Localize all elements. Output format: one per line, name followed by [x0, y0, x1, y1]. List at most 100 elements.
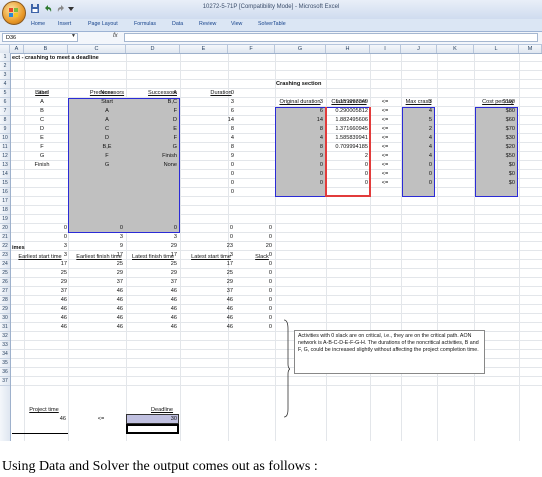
cost-per-day-value: $60	[505, 117, 515, 123]
cost-per-day-value: $20	[505, 144, 515, 150]
row-header-23[interactable]: 23	[0, 251, 10, 260]
column-header-b[interactable]: B	[24, 45, 68, 53]
formula-bar: D36 ▼ fx	[0, 32, 542, 45]
row-header-20[interactable]: 20	[0, 224, 10, 233]
tab-insert[interactable]: Insert	[58, 21, 71, 27]
activity-predecessors: A	[105, 117, 109, 123]
activity-duration: 8	[230, 144, 234, 150]
row-header-8[interactable]: 8	[0, 116, 10, 125]
column-header-c[interactable]: C	[68, 45, 126, 53]
insert-function-icon[interactable]: fx	[113, 33, 118, 39]
max-crash-value: 0	[428, 162, 432, 168]
active-cell-d36[interactable]	[126, 424, 179, 434]
column-header-e[interactable]: E	[180, 45, 228, 53]
activity-label	[24, 170, 60, 179]
column-header-k[interactable]: K	[437, 45, 474, 53]
tab-data[interactable]: Data	[172, 21, 183, 27]
tab-page-layout[interactable]: Page Layout	[88, 21, 118, 27]
name-box[interactable]: D36	[2, 33, 78, 42]
row-header-17[interactable]: 17	[0, 197, 10, 206]
max-crash-value: 0	[428, 180, 432, 186]
column-header-d[interactable]: D	[126, 45, 180, 53]
row-header-22[interactable]: 22	[0, 242, 10, 251]
latest-start-value: 0	[229, 225, 233, 231]
slack-value: 0	[268, 315, 272, 321]
row-header-31[interactable]: 31	[0, 323, 10, 332]
row-header-3[interactable]: 3	[0, 71, 10, 80]
activity-successors: Finish	[162, 153, 177, 159]
row-header-6[interactable]: 6	[0, 98, 10, 107]
row-header-30[interactable]: 30	[0, 314, 10, 323]
chevron-down-icon[interactable]: ▼	[71, 33, 76, 39]
title-bar: 10272-5-71P [Compatibility Mode] - Micro…	[0, 0, 542, 25]
row-header-19[interactable]: 19	[0, 215, 10, 224]
crash-amount-value: 1.159997349	[335, 99, 368, 105]
row-header-15[interactable]: 15	[0, 179, 10, 188]
row-header-5[interactable]: 5	[0, 89, 10, 98]
row-header-9[interactable]: 9	[0, 125, 10, 134]
activity-predecessors: D	[104, 135, 110, 141]
column-header-a[interactable]: A	[10, 45, 24, 53]
column-header-g[interactable]: G	[275, 45, 326, 53]
tab-home[interactable]: Home	[31, 21, 45, 27]
row-header-14[interactable]: 14	[0, 170, 10, 179]
row-header-37[interactable]: 37	[0, 377, 10, 386]
row-header-12[interactable]: 12	[0, 152, 10, 161]
row-header-10[interactable]: 10	[0, 134, 10, 143]
tab-view[interactable]: View	[231, 21, 242, 27]
activity-label	[24, 179, 60, 188]
row-header-25[interactable]: 25	[0, 269, 10, 278]
column-header-f[interactable]: F	[228, 45, 275, 53]
crash-amount-value: 0	[364, 162, 368, 168]
column-header-m[interactable]: M	[519, 45, 542, 53]
tab-formulas[interactable]: Formulas	[134, 21, 156, 27]
column-header-l[interactable]: L	[474, 45, 519, 53]
deadline-operator: <=	[97, 416, 105, 422]
deadline-value[interactable]: 30	[128, 415, 177, 424]
row-header-28[interactable]: 28	[0, 296, 10, 305]
slack-value: 0	[268, 234, 272, 240]
latest-start-value: 46	[226, 297, 233, 303]
max-crash-value: 4	[428, 108, 432, 114]
row-header-24[interactable]: 24	[0, 260, 10, 269]
row-header-32[interactable]: 32	[0, 332, 10, 341]
original-duration-value: 9	[319, 153, 323, 159]
max-crash-value: 2	[428, 126, 432, 132]
row-header-16[interactable]: 16	[0, 188, 10, 197]
row-header-2[interactable]: 2	[0, 62, 10, 71]
activity-predecessors: A	[105, 108, 109, 114]
earliest-finish-value: 0	[119, 225, 123, 231]
activity-successors: F	[173, 135, 177, 141]
column-header-i[interactable]: I	[370, 45, 401, 53]
row-header-11[interactable]: 11	[0, 143, 10, 152]
row-header-1[interactable]: 1	[0, 53, 10, 62]
earliest-finish-value: 46	[116, 297, 123, 303]
activity-successors: None	[163, 162, 177, 168]
max-crash-value: 0	[428, 171, 432, 177]
times-section-title: imes	[12, 245, 25, 251]
column-header-j[interactable]: J	[401, 45, 437, 53]
row-header-7[interactable]: 7	[0, 107, 10, 116]
row-header-34[interactable]: 34	[0, 350, 10, 359]
column-header-h[interactable]: H	[326, 45, 370, 53]
row-header-33[interactable]: 33	[0, 341, 10, 350]
worksheet-grid[interactable]: ABCDEFGHIJKLM 1 2 3 4 5 6 7 8 9 10 11 12 13 14 15 16 17 1…	[0, 45, 542, 441]
row-header-26[interactable]: 26	[0, 278, 10, 287]
row-header-36[interactable]: 36	[0, 368, 10, 377]
latest-finish-value: 0	[173, 225, 177, 231]
row-header-13[interactable]: 13	[0, 161, 10, 170]
latest-start-value: 37	[226, 288, 233, 294]
row-header-4[interactable]: 4	[0, 80, 10, 89]
row-header-18[interactable]: 18	[0, 206, 10, 215]
office-button[interactable]	[2, 1, 26, 25]
earliest-finish-value: 46	[116, 324, 123, 330]
tab-solvertable[interactable]: SolverTable	[258, 21, 286, 27]
row-header-21[interactable]: 21	[0, 233, 10, 242]
row-header-29[interactable]: 29	[0, 305, 10, 314]
select-all-corner[interactable]	[0, 45, 10, 53]
formula-input[interactable]	[124, 33, 538, 42]
tab-review[interactable]: Review	[199, 21, 216, 27]
row-header-27[interactable]: 27	[0, 287, 10, 296]
row-header-35[interactable]: 35	[0, 359, 10, 368]
activity-label: F	[40, 144, 44, 150]
